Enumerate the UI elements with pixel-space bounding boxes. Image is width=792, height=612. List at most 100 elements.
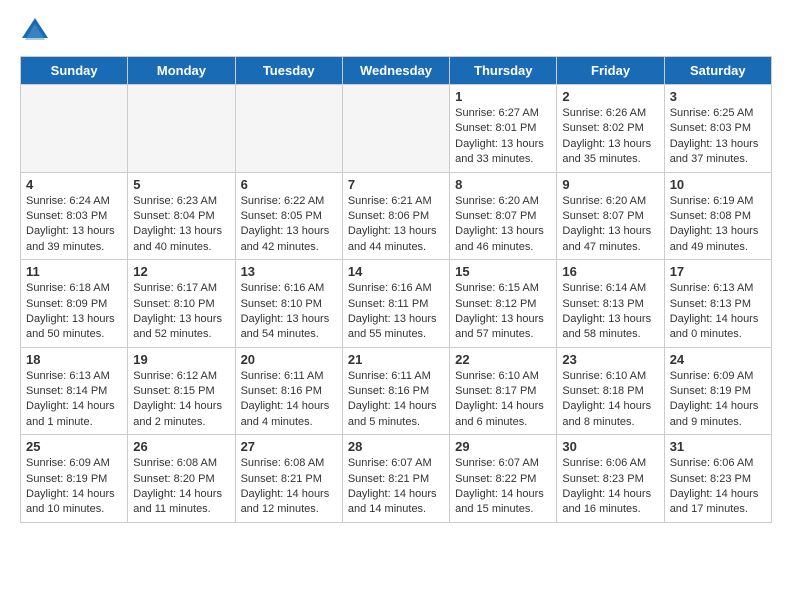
logo (20, 16, 54, 46)
day-detail: Sunrise: 6:15 AM Sunset: 8:12 PM Dayligh… (455, 281, 551, 343)
day-detail: Sunrise: 6:14 AM Sunset: 8:13 PM Dayligh… (562, 281, 658, 343)
logo-icon (20, 16, 50, 46)
calendar-cell: 5 Sunrise: 6:23 AM Sunset: 8:04 PM Daylig… (128, 172, 235, 260)
calendar-cell: 14 Sunrise: 6:16 AM Sunset: 8:11 PM Dayli… (342, 260, 449, 348)
day-detail: Sunrise: 6:09 AM Sunset: 8:19 PM Dayligh… (670, 369, 766, 431)
calendar-cell (342, 85, 449, 173)
calendar-cell: 12 Sunrise: 6:17 AM Sunset: 8:10 PM Dayli… (128, 260, 235, 348)
day-number: 24 (670, 352, 766, 367)
day-detail: Sunrise: 6:13 AM Sunset: 8:13 PM Dayligh… (670, 281, 766, 343)
day-number: 27 (241, 439, 337, 454)
day-detail: Sunrise: 6:07 AM Sunset: 8:21 PM Dayligh… (348, 456, 444, 518)
calendar-week-3: 11Sunrise: 6:18 AM Sunset: 8:09 PM Dayli… (21, 260, 772, 348)
calendar-cell: 28 Sunrise: 6:07 AM Sunset: 8:21 PM Dayli… (342, 435, 449, 523)
calendar-cell: 20 Sunrise: 6:11 AM Sunset: 8:16 PM Dayli… (235, 347, 342, 435)
calendar-cell: 16 Sunrise: 6:14 AM Sunset: 8:13 PM Dayli… (557, 260, 664, 348)
day-detail: Sunrise: 6:07 AM Sunset: 8:22 PM Dayligh… (455, 456, 551, 518)
calendar-cell: 30 Sunrise: 6:06 AM Sunset: 8:23 PM Dayli… (557, 435, 664, 523)
day-number: 30 (562, 439, 658, 454)
day-number: 14 (348, 264, 444, 279)
weekday-header-monday: Monday (128, 57, 235, 85)
calendar-cell: 1 Sunrise: 6:27 AM Sunset: 8:01 PM Daylig… (450, 85, 557, 173)
day-number: 12 (133, 264, 229, 279)
weekday-header-saturday: Saturday (664, 57, 771, 85)
day-number: 3 (670, 89, 766, 104)
day-detail: Sunrise: 6:10 AM Sunset: 8:18 PM Dayligh… (562, 369, 658, 431)
calendar-week-5: 25Sunrise: 6:09 AM Sunset: 8:19 PM Dayli… (21, 435, 772, 523)
calendar-cell: 10 Sunrise: 6:19 AM Sunset: 8:08 PM Dayli… (664, 172, 771, 260)
day-number: 6 (241, 177, 337, 192)
day-number: 29 (455, 439, 551, 454)
day-detail: Sunrise: 6:22 AM Sunset: 8:05 PM Dayligh… (241, 194, 337, 256)
day-detail: Sunrise: 6:11 AM Sunset: 8:16 PM Dayligh… (241, 369, 337, 431)
calendar-week-1: 1 Sunrise: 6:27 AM Sunset: 8:01 PM Daylig… (21, 85, 772, 173)
day-detail: Sunrise: 6:25 AM Sunset: 8:03 PM Dayligh… (670, 106, 766, 168)
day-number: 10 (670, 177, 766, 192)
day-detail: Sunrise: 6:26 AM Sunset: 8:02 PM Dayligh… (562, 106, 658, 168)
day-detail: Sunrise: 6:19 AM Sunset: 8:08 PM Dayligh… (670, 194, 766, 256)
page-header (20, 16, 772, 46)
calendar-cell: 8Sunrise: 6:20 AM Sunset: 8:07 PM Daylig… (450, 172, 557, 260)
calendar-cell: 29 Sunrise: 6:07 AM Sunset: 8:22 PM Dayli… (450, 435, 557, 523)
calendar-cell: 27Sunrise: 6:08 AM Sunset: 8:21 PM Dayli… (235, 435, 342, 523)
calendar-cell: 13 Sunrise: 6:16 AM Sunset: 8:10 PM Dayli… (235, 260, 342, 348)
day-detail: Sunrise: 6:06 AM Sunset: 8:23 PM Dayligh… (562, 456, 658, 518)
day-number: 21 (348, 352, 444, 367)
calendar-cell: 15 Sunrise: 6:15 AM Sunset: 8:12 PM Dayli… (450, 260, 557, 348)
day-detail: Sunrise: 6:17 AM Sunset: 8:10 PM Dayligh… (133, 281, 229, 343)
calendar-cell: 23Sunrise: 6:10 AM Sunset: 8:18 PM Dayli… (557, 347, 664, 435)
day-detail: Sunrise: 6:18 AM Sunset: 8:09 PM Dayligh… (26, 281, 122, 343)
day-detail: Sunrise: 6:20 AM Sunset: 8:07 PM Dayligh… (562, 194, 658, 256)
calendar-cell: 25Sunrise: 6:09 AM Sunset: 8:19 PM Dayli… (21, 435, 128, 523)
calendar-week-4: 18 Sunrise: 6:13 AM Sunset: 8:14 PM Dayli… (21, 347, 772, 435)
weekday-header-friday: Friday (557, 57, 664, 85)
day-number: 7 (348, 177, 444, 192)
day-number: 2 (562, 89, 658, 104)
day-number: 8 (455, 177, 551, 192)
day-number: 16 (562, 264, 658, 279)
calendar-cell: 3 Sunrise: 6:25 AM Sunset: 8:03 PM Daylig… (664, 85, 771, 173)
calendar-cell: 9 Sunrise: 6:20 AM Sunset: 8:07 PM Daylig… (557, 172, 664, 260)
day-detail: Sunrise: 6:21 AM Sunset: 8:06 PM Dayligh… (348, 194, 444, 256)
calendar-cell (128, 85, 235, 173)
day-number: 9 (562, 177, 658, 192)
calendar-cell (21, 85, 128, 173)
weekday-header-wednesday: Wednesday (342, 57, 449, 85)
day-detail: Sunrise: 6:16 AM Sunset: 8:10 PM Dayligh… (241, 281, 337, 343)
day-number: 26 (133, 439, 229, 454)
calendar-cell: 24 Sunrise: 6:09 AM Sunset: 8:19 PM Dayli… (664, 347, 771, 435)
calendar-cell: 6 Sunrise: 6:22 AM Sunset: 8:05 PM Daylig… (235, 172, 342, 260)
day-number: 20 (241, 352, 337, 367)
day-number: 5 (133, 177, 229, 192)
calendar-table: SundayMondayTuesdayWednesdayThursdayFrid… (20, 56, 772, 523)
day-detail: Sunrise: 6:27 AM Sunset: 8:01 PM Dayligh… (455, 106, 551, 168)
day-detail: Sunrise: 6:13 AM Sunset: 8:14 PM Dayligh… (26, 369, 122, 431)
day-detail: Sunrise: 6:11 AM Sunset: 8:16 PM Dayligh… (348, 369, 444, 431)
calendar-cell (235, 85, 342, 173)
day-number: 28 (348, 439, 444, 454)
day-detail: Sunrise: 6:23 AM Sunset: 8:04 PM Dayligh… (133, 194, 229, 256)
day-number: 13 (241, 264, 337, 279)
day-number: 1 (455, 89, 551, 104)
calendar-week-2: 4 Sunrise: 6:24 AM Sunset: 8:03 PM Daylig… (21, 172, 772, 260)
day-detail: Sunrise: 6:10 AM Sunset: 8:17 PM Dayligh… (455, 369, 551, 431)
calendar-cell: 22 Sunrise: 6:10 AM Sunset: 8:17 PM Dayli… (450, 347, 557, 435)
calendar-cell: 11Sunrise: 6:18 AM Sunset: 8:09 PM Dayli… (21, 260, 128, 348)
day-number: 31 (670, 439, 766, 454)
calendar-cell: 21 Sunrise: 6:11 AM Sunset: 8:16 PM Dayli… (342, 347, 449, 435)
weekday-header-tuesday: Tuesday (235, 57, 342, 85)
day-detail: Sunrise: 6:24 AM Sunset: 8:03 PM Dayligh… (26, 194, 122, 256)
day-number: 18 (26, 352, 122, 367)
calendar-cell: 17 Sunrise: 6:13 AM Sunset: 8:13 PM Dayli… (664, 260, 771, 348)
day-number: 19 (133, 352, 229, 367)
day-number: 4 (26, 177, 122, 192)
day-detail: Sunrise: 6:06 AM Sunset: 8:23 PM Dayligh… (670, 456, 766, 518)
weekday-header-row: SundayMondayTuesdayWednesdayThursdayFrid… (21, 57, 772, 85)
day-number: 15 (455, 264, 551, 279)
calendar-cell: 2 Sunrise: 6:26 AM Sunset: 8:02 PM Daylig… (557, 85, 664, 173)
day-number: 17 (670, 264, 766, 279)
day-detail: Sunrise: 6:08 AM Sunset: 8:20 PM Dayligh… (133, 456, 229, 518)
day-detail: Sunrise: 6:16 AM Sunset: 8:11 PM Dayligh… (348, 281, 444, 343)
day-number: 22 (455, 352, 551, 367)
day-number: 25 (26, 439, 122, 454)
